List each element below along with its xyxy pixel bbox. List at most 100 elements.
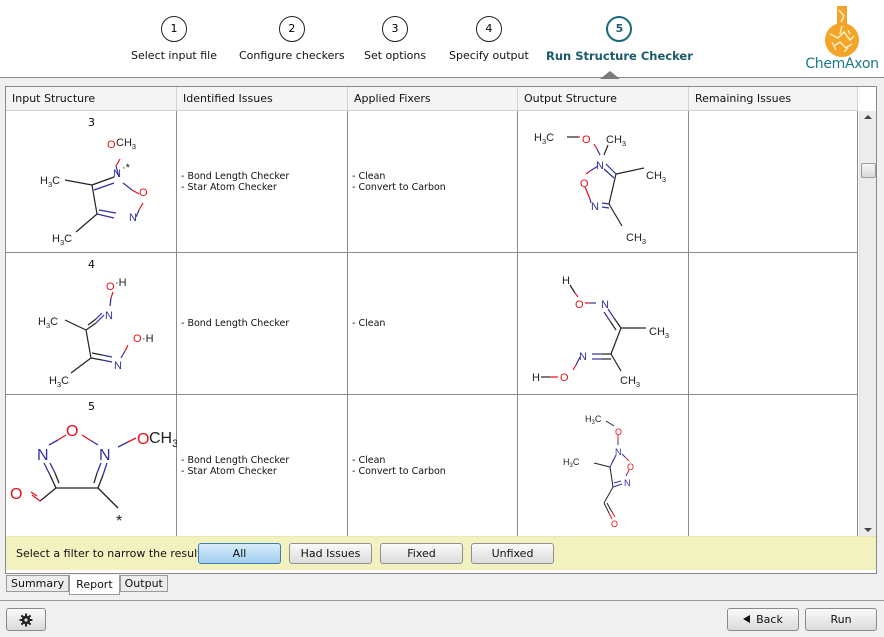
footer-divider: [0, 600, 884, 601]
svg-text:O: O: [66, 423, 78, 440]
wizard-step-4[interactable]: 4 Specify output: [449, 16, 529, 62]
fixer-item: - Clean: [352, 318, 386, 329]
chemaxon-logo: ChemAxon: [800, 4, 884, 76]
input-structure-cell[interactable]: 5 O N N O CH3 O *: [6, 395, 177, 536]
settings-button[interactable]: [6, 608, 46, 631]
scroll-down-arrow-icon[interactable]: [864, 528, 872, 532]
svg-text:CH3: CH3: [646, 170, 666, 184]
input-structure-drawing: O N N O CH3 O *: [10, 423, 177, 530]
applied-fixers-cell[interactable]: - Clean: [348, 253, 518, 394]
issues-list: - Bond Length Checker - Star Atom Checke…: [181, 111, 289, 252]
wizard-step-5[interactable]: 5 Run Structure Checker: [546, 16, 693, 63]
step-number: 1: [160, 16, 187, 42]
view-tabs: Summary Report Output: [6, 575, 168, 595]
report-panel: Input Structure Identified Issues Applie…: [5, 86, 877, 574]
output-structure-drawing: H3C O N H3C O N O: [563, 414, 634, 529]
filter-fixed-button[interactable]: Fixed: [380, 543, 463, 564]
filter-label: Select a filter to narrow the results:: [16, 547, 211, 560]
filter-unfixed-button[interactable]: Unfixed: [471, 543, 554, 564]
tab-summary[interactable]: Summary: [6, 575, 70, 592]
identified-issues-cell[interactable]: - Bond Length Checker - Star Atom Checke…: [177, 111, 348, 252]
svg-text:O: O: [139, 187, 148, 199]
input-structure-cell[interactable]: 3 O CH3 N ·* O N H3C H3C: [6, 111, 177, 252]
svg-text:H3C: H3C: [534, 132, 554, 146]
svg-text:·*: ·*: [122, 162, 131, 174]
fixers-list: - Clean - Convert to Carbon: [352, 395, 446, 536]
output-structure-cell[interactable]: H3C O N H3C O N O: [518, 395, 689, 536]
wizard-step-3[interactable]: 3 Set options: [364, 16, 426, 62]
remaining-issues-cell[interactable]: [689, 111, 858, 252]
vertical-scrollbar[interactable]: [859, 111, 876, 536]
column-header-input-structure[interactable]: Input Structure: [6, 87, 177, 111]
svg-text:N: N: [601, 299, 609, 311]
svg-text:H: H: [532, 372, 540, 384]
step-number: 2: [278, 16, 305, 42]
step-label: Run Structure Checker: [546, 49, 693, 63]
table-row[interactable]: 4 O ·H N O ·H N H3C H3C - Bond Length Ch…: [6, 253, 858, 395]
remaining-issues-cell[interactable]: [689, 253, 858, 394]
table-row[interactable]: 5 O N N O CH3 O * - Bond Length Checker …: [6, 395, 858, 536]
svg-text:N: N: [37, 447, 49, 464]
svg-text:N: N: [114, 360, 122, 372]
column-header-identified-issues[interactable]: Identified Issues: [177, 87, 348, 111]
output-structure-drawing: H3C O CH3 N CH3 O N CH3: [534, 132, 666, 246]
back-button[interactable]: Back: [727, 608, 799, 631]
step-number: 4: [475, 16, 502, 42]
column-header-applied-fixers[interactable]: Applied Fixers: [348, 87, 518, 111]
fixer-item: - Convert to Carbon: [352, 181, 446, 193]
svg-text:O: O: [627, 462, 634, 472]
svg-text:N: N: [624, 478, 631, 488]
wizard-step-1[interactable]: 1 Select input file: [131, 16, 217, 62]
svg-text:O: O: [580, 178, 589, 190]
step-number: 3: [382, 16, 409, 42]
active-step-pointer-icon: [600, 71, 620, 79]
svg-text:N: N: [596, 160, 604, 172]
fixer-item: - Clean: [352, 170, 386, 182]
step-label: Set options: [364, 49, 427, 62]
svg-text:N: N: [99, 447, 111, 464]
issues-list: - Bond Length Checker - Star Atom Checke…: [181, 395, 289, 536]
svg-text:O: O: [137, 431, 149, 448]
gear-icon: [19, 613, 33, 627]
applied-fixers-cell[interactable]: - Clean - Convert to Carbon: [348, 111, 518, 252]
column-header-remaining-issues[interactable]: Remaining Issues: [689, 87, 858, 111]
input-structure-drawing: O ·H N O ·H N H3C H3C: [38, 277, 154, 389]
scroll-up-arrow-icon[interactable]: [864, 115, 872, 119]
svg-text:H3C: H3C: [585, 414, 602, 426]
step-label: Select input file: [131, 49, 217, 62]
back-label: Back: [756, 613, 783, 626]
filter-had-issues-button[interactable]: Had Issues: [289, 543, 372, 564]
issue-item: - Star Atom Checker: [181, 181, 277, 193]
column-header-output-structure[interactable]: Output Structure: [518, 87, 689, 111]
svg-text:H3C: H3C: [52, 233, 72, 247]
issue-item: - Star Atom Checker: [181, 465, 277, 477]
svg-text:O: O: [10, 486, 22, 503]
wizard-step-2[interactable]: 2 Configure checkers: [239, 16, 345, 62]
remaining-issues-cell[interactable]: [689, 395, 858, 536]
svg-text:O: O: [575, 299, 584, 311]
input-structure-cell[interactable]: 4 O ·H N O ·H N H3C H3C: [6, 253, 177, 394]
applied-fixers-cell[interactable]: - Clean - Convert to Carbon: [348, 395, 518, 536]
wizard-header: 1 Select input file 2 Configure checkers…: [0, 0, 884, 79]
svg-text:·H: ·H: [142, 333, 154, 345]
table-row[interactable]: 3 O CH3 N ·* O N H3C H3C - Bond Length C…: [6, 111, 858, 253]
svg-text:·H: ·H: [115, 277, 127, 289]
tab-report[interactable]: Report: [69, 575, 120, 595]
run-button[interactable]: Run: [805, 608, 877, 631]
fixers-list: - Clean - Convert to Carbon: [352, 111, 446, 252]
tab-output[interactable]: Output: [119, 575, 168, 592]
scroll-thumb[interactable]: [861, 163, 876, 178]
filter-all-button[interactable]: All: [198, 543, 281, 564]
fixer-item: - Clean: [352, 454, 386, 466]
svg-text:*: *: [116, 513, 122, 530]
svg-text:CH3: CH3: [149, 430, 177, 450]
output-structure-cell[interactable]: H O N CH3 N H O CH3: [518, 253, 689, 394]
identified-issues-cell[interactable]: - Bond Length Checker: [177, 253, 348, 394]
svg-text:CH3: CH3: [116, 137, 136, 151]
svg-text:H3C: H3C: [40, 175, 60, 189]
step-label: Specify output: [449, 49, 529, 62]
output-structure-cell[interactable]: H3C O CH3 N CH3 O N CH3: [518, 111, 689, 252]
identified-issues-cell[interactable]: - Bond Length Checker - Star Atom Checke…: [177, 395, 348, 536]
step-label: Configure checkers: [239, 49, 345, 62]
filter-bar: Select a filter to narrow the results: A…: [6, 536, 876, 570]
